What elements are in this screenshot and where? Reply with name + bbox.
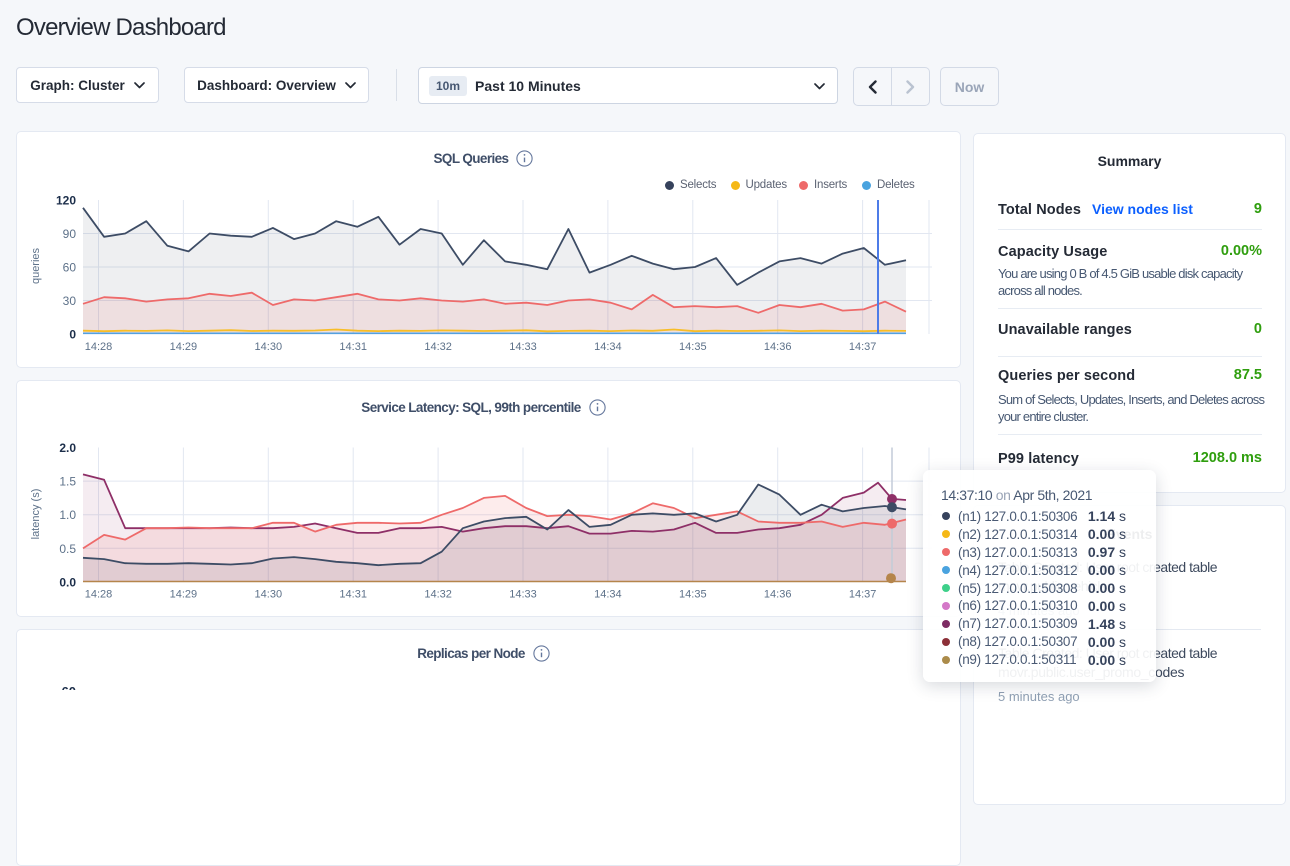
svg-text:0.5: 0.5 [59,542,76,556]
svg-text:14:31: 14:31 [339,589,367,601]
svg-text:14:33: 14:33 [509,341,537,353]
svg-text:14:34: 14:34 [594,341,622,353]
svg-text:14:33: 14:33 [509,589,537,601]
svg-text:14:30: 14:30 [255,589,283,601]
svg-text:60: 60 [62,684,76,690]
svg-text:14:29: 14:29 [170,341,198,353]
svg-text:1.0: 1.0 [59,508,76,522]
svg-text:14:36: 14:36 [764,589,792,601]
svg-text:14:37: 14:37 [849,589,877,601]
svg-text:latency (s): latency (s) [30,489,42,540]
svg-text:14:28: 14:28 [85,341,113,353]
svg-text:0.0: 0.0 [59,576,76,590]
svg-text:queries: queries [30,247,42,284]
svg-text:14:32: 14:32 [424,589,452,601]
svg-text:90: 90 [63,227,77,241]
svg-text:14:35: 14:35 [679,589,707,601]
svg-text:14:35: 14:35 [679,341,707,353]
svg-text:30: 30 [63,294,77,308]
svg-text:14:34: 14:34 [594,589,622,601]
svg-text:2.0: 2.0 [59,441,76,455]
svg-text:60: 60 [63,261,77,275]
svg-text:120: 120 [56,194,76,208]
svg-text:14:37: 14:37 [849,341,877,353]
svg-text:14:31: 14:31 [339,341,367,353]
svg-text:14:30: 14:30 [255,341,283,353]
svg-text:0: 0 [69,328,76,342]
svg-text:14:36: 14:36 [764,341,792,353]
svg-text:1.5: 1.5 [59,475,76,489]
svg-text:14:28: 14:28 [85,589,113,601]
svg-text:14:32: 14:32 [424,341,452,353]
svg-text:14:29: 14:29 [170,589,198,601]
